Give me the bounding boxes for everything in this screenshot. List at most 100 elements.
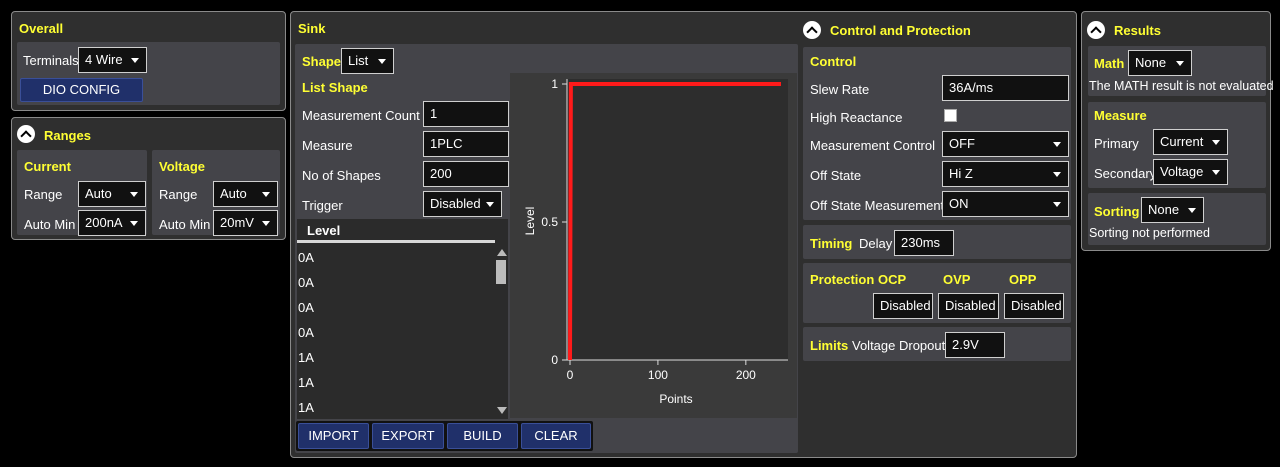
voltage-automin-select[interactable]: 20mV [213, 210, 278, 236]
collapse-icon[interactable] [1087, 21, 1105, 39]
timing-title: Timing [810, 236, 853, 251]
measurement-control-value: OFF [949, 136, 975, 151]
off-state-measurements-select[interactable]: ON [942, 191, 1069, 217]
no-of-shapes-input[interactable]: 200 [423, 161, 509, 187]
scroll-down-icon[interactable] [497, 407, 507, 414]
chevron-down-icon [1212, 170, 1220, 175]
sorting-label: Sorting [1094, 204, 1140, 219]
chevron-down-icon [1176, 61, 1184, 66]
secondary-select[interactable]: Voltage [1153, 159, 1228, 185]
delay-input[interactable]: 230ms [894, 230, 954, 256]
list-item[interactable]: 0A [298, 250, 314, 265]
x-tick-label: 0 [567, 368, 574, 382]
measurement-count-input[interactable]: 1 [423, 101, 509, 127]
measurement-control-label: Measurement Control [810, 138, 935, 153]
voltage-dropout-input[interactable]: 2.9V [945, 332, 1005, 358]
chevron-down-icon [1188, 208, 1196, 213]
list-shape-title: List Shape [302, 80, 368, 95]
build-button[interactable]: BUILD [447, 423, 518, 449]
chevron-down-icon [131, 58, 139, 63]
chevron-down-icon [130, 192, 138, 197]
dio-config-button[interactable]: DIO CONFIG [20, 78, 143, 102]
math-note: The MATH result is not evaluated [1089, 79, 1274, 93]
terminals-value: 4 Wire [85, 52, 123, 67]
list-item[interactable]: 0A [298, 275, 314, 290]
protection-title: Protection [810, 272, 875, 287]
measure-input[interactable]: 1PLC [423, 131, 509, 157]
import-button[interactable]: IMPORT [298, 423, 369, 449]
secondary-value: Voltage [1160, 164, 1204, 179]
x-axis-label: Points [659, 392, 692, 406]
trigger-select[interactable]: Disabled [423, 191, 502, 217]
level-list[interactable] [297, 219, 508, 419]
sorting-value: None [1148, 202, 1180, 217]
opp-label: OPP [1009, 272, 1037, 287]
export-button[interactable]: EXPORT [372, 423, 444, 449]
current-range-select[interactable]: Auto [78, 181, 146, 207]
scrollbar-thumb[interactable] [496, 260, 506, 284]
primary-value: Current [1160, 134, 1204, 149]
current-automin-value: 200nA [85, 215, 123, 230]
voltage-dropout-label: Voltage Dropout [852, 338, 946, 353]
ovp-label: OVP [943, 272, 971, 287]
chevron-down-icon [1053, 202, 1061, 207]
no-of-shapes-label: No of Shapes [302, 168, 381, 183]
voltage-range-value: Auto [220, 186, 247, 201]
control-protection-title: Control and Protection [830, 23, 971, 38]
control-title: Control [810, 54, 857, 69]
voltage-range-select[interactable]: Auto [213, 181, 278, 207]
shape-value: List [348, 53, 369, 68]
collapse-icon[interactable] [17, 125, 35, 143]
ocp-input[interactable]: Disabled [873, 293, 933, 319]
x-tick-label: 200 [736, 368, 756, 382]
measure-label: Measure [302, 138, 353, 153]
y-tick-label: 1 [551, 77, 558, 91]
measurement-count-label: Measurement Count [302, 108, 420, 123]
voltage-range-label: Range [159, 187, 198, 202]
math-value: None [1135, 55, 1167, 70]
overall-title: Overall [19, 21, 64, 36]
level-chart-svg: 0 100 200 0 0.5 1 Points Level [523, 77, 788, 406]
current-range-value: Auto [85, 186, 112, 201]
off-state-value: Hi Z [949, 166, 973, 181]
off-state-select[interactable]: Hi Z [942, 161, 1069, 187]
slew-rate-input[interactable]: 36A/ms [942, 75, 1069, 101]
off-state-measurements-value: ON [949, 196, 969, 211]
list-item[interactable]: 0A [298, 300, 314, 315]
x-tick-label: 100 [648, 368, 668, 382]
results-title: Results [1114, 23, 1161, 38]
primary-select[interactable]: Current [1153, 129, 1228, 155]
shape-label: Shape [302, 54, 342, 69]
collapse-icon[interactable] [803, 21, 821, 39]
shape-select[interactable]: List [341, 48, 394, 74]
list-item[interactable]: 0A [298, 325, 314, 340]
chevron-down-icon [1053, 172, 1061, 177]
clear-button[interactable]: CLEAR [521, 423, 591, 449]
high-reactance-checkbox[interactable] [944, 109, 957, 122]
opp-input[interactable]: Disabled [1004, 293, 1064, 319]
ovp-input[interactable]: Disabled [938, 293, 999, 319]
chevron-down-icon [130, 221, 138, 226]
measurement-control-select[interactable]: OFF [942, 131, 1069, 157]
list-scrollbar[interactable] [495, 246, 508, 417]
current-automin-select[interactable]: 200nA [78, 210, 146, 236]
sorting-select[interactable]: None [1141, 197, 1204, 223]
scroll-up-icon[interactable] [497, 249, 507, 256]
y-tick-label: 0 [551, 353, 558, 367]
list-item[interactable]: 1A [298, 400, 314, 415]
terminals-select[interactable]: 4 Wire [78, 47, 147, 73]
level-list-header: Level [297, 219, 495, 243]
y-tick-label: 0.5 [541, 215, 558, 229]
list-item[interactable]: 1A [298, 350, 314, 365]
chevron-down-icon [262, 192, 270, 197]
math-select[interactable]: None [1128, 50, 1192, 76]
list-item[interactable]: 1A [298, 375, 314, 390]
measure-title: Measure [1094, 108, 1147, 123]
terminals-label: Terminals [23, 53, 79, 68]
slew-rate-label: Slew Rate [810, 82, 870, 97]
off-state-label: Off State [810, 168, 862, 183]
limits-title: Limits [810, 338, 849, 353]
sink-title: Sink [298, 21, 326, 36]
voltage-title: Voltage [159, 159, 205, 174]
voltage-automin-value: 20mV [220, 215, 254, 230]
